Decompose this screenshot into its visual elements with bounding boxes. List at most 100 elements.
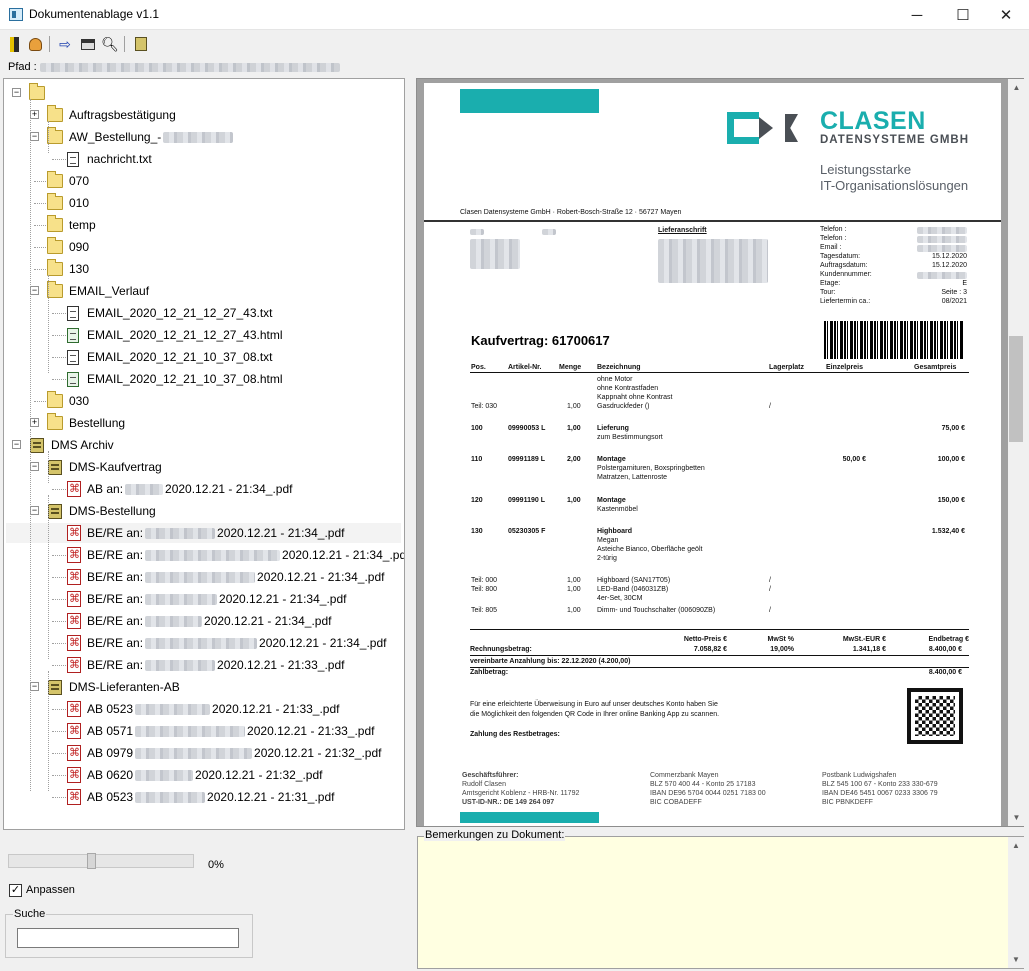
summary-header: Netto-Preis € — [683, 636, 727, 643]
import-icon[interactable]: ⇨ — [55, 34, 75, 54]
tree-connector — [34, 181, 48, 182]
expander-minus-icon[interactable]: − — [30, 462, 39, 471]
tree-item[interactable]: 130 — [47, 259, 89, 279]
viewer-scrollbar[interactable]: ▲ — [1008, 79, 1025, 826]
tree-item[interactable]: 010 — [47, 193, 89, 213]
tree-item[interactable]: AB 0620 2020.12.21 - 21:32_.pdf — [65, 765, 323, 785]
scroll-up-icon[interactable]: ▲ — [1008, 837, 1024, 854]
summary-header: MwSt.-EUR € — [842, 636, 886, 643]
qr-text-1: Für eine erleichterte Überweisung in Eur… — [470, 701, 718, 708]
tree-item[interactable]: 030 — [47, 391, 89, 411]
tree-item[interactable]: 070 — [47, 171, 89, 191]
pdf-icon — [67, 767, 81, 783]
archive-icon[interactable] — [131, 34, 151, 54]
search-input[interactable] — [17, 928, 239, 948]
tree-item[interactable]: BE/RE an: 2020.12.21 - 21:34_.pdf — [65, 545, 404, 565]
tree-item[interactable]: BE/RE an: 2020.12.21 - 21:34_.pdf — [65, 633, 386, 653]
tree-item[interactable]: 090 — [47, 237, 89, 257]
expander-minus-icon[interactable]: − — [30, 286, 39, 295]
tree-connector — [34, 269, 48, 270]
tree-item[interactable]: DMS Archiv — [29, 435, 114, 455]
fit-checkbox[interactable]: ✓ — [9, 884, 22, 897]
tree-connector — [52, 335, 66, 336]
expander-minus-icon[interactable]: − — [12, 88, 21, 97]
tree-item[interactable]: nachricht.txt — [65, 149, 152, 169]
splitter[interactable] — [406, 78, 415, 970]
tree-item[interactable]: AB 0571 2020.12.21 - 21:33_.pdf — [65, 721, 375, 741]
line-item-cell: ohne Kontrastfaden — [597, 385, 659, 392]
maximize-button[interactable]: ☐ — [940, 0, 986, 30]
tree-connector — [52, 797, 66, 798]
tree-item[interactable] — [29, 83, 51, 103]
tree-item[interactable]: Auftragsbestätigung — [47, 105, 176, 125]
tree-item[interactable]: EMAIL_Verlauf — [47, 281, 149, 301]
line-item-cell: Megan — [597, 537, 619, 544]
redacted-name — [135, 747, 253, 759]
tree-item[interactable]: AB 0523 2020.12.21 - 21:31_.pdf — [65, 787, 335, 807]
exit-icon[interactable] — [4, 34, 24, 54]
accent-bar-top — [460, 89, 599, 113]
folder-icon — [47, 193, 63, 210]
expander-plus-icon[interactable]: + — [30, 110, 39, 119]
tree-item[interactable]: BE/RE an: 2020.12.21 - 21:34_.pdf — [65, 611, 331, 631]
tree-item[interactable]: temp — [47, 215, 96, 235]
tree-guide-line — [48, 275, 49, 373]
redacted-name — [163, 131, 234, 143]
tree-item[interactable]: EMAIL_2020_12_21_10_37_08.txt — [65, 347, 273, 367]
tree-item[interactable]: AB an: 2020.12.21 - 21:34_.pdf — [65, 479, 292, 499]
tree-item[interactable]: DMS-Kaufvertrag — [47, 457, 162, 477]
meta-label: Liefertermin ca.: — [820, 298, 871, 305]
tree-item[interactable]: AW_Bestellung_- — [47, 127, 235, 147]
tree-item[interactable]: BE/RE an: 2020.12.21 - 21:34_.pdf — [65, 567, 384, 587]
pdf-icon — [67, 547, 81, 563]
redacted-name — [145, 637, 258, 649]
summary-value: 7.058,82 € — [693, 646, 727, 653]
line-item-cell: Kappnaht ohne Kontrast — [597, 394, 673, 401]
tree-item[interactable]: AB 0979 2020.12.21 - 21:32_.pdf — [65, 743, 382, 763]
line-item-cell: 09990053 L — [508, 425, 546, 432]
tree-item[interactable]: BE/RE an: 2020.12.21 - 21:34_.pdf — [65, 589, 346, 609]
tree-item[interactable]: BE/RE an: 2020.12.21 - 21:33_.pdf — [65, 655, 344, 675]
tree-item[interactable]: DMS-Lieferanten-AB — [47, 677, 180, 697]
tree-item[interactable]: EMAIL_2020_12_21_12_27_43.txt — [65, 303, 273, 323]
expander-minus-icon[interactable]: − — [30, 682, 39, 691]
tree-connector — [52, 555, 66, 556]
summary-header: MwSt % — [767, 636, 794, 643]
zoom-slider-track[interactable] — [8, 854, 194, 868]
tree-item[interactable]: EMAIL_2020_12_21_12_27_43.html — [65, 325, 283, 345]
print-icon[interactable] — [78, 34, 98, 54]
tree-item[interactable]: Bestellung — [47, 413, 125, 433]
table-column-header: Einzelpreis — [826, 364, 863, 371]
scroll-up-icon[interactable]: ▲ — [1008, 79, 1025, 96]
minimize-button[interactable]: ─ — [894, 0, 940, 30]
table-column-header: Artikel-Nr. — [508, 364, 542, 371]
tree-item[interactable]: DMS-Bestellung — [47, 501, 156, 521]
file-tree[interactable]: − + Auftragsbestätigung − AW_Bestellung_- nac… — [3, 78, 405, 830]
tree-connector — [34, 401, 48, 402]
remarks-scrollbar[interactable]: ▲ ▼ — [1008, 837, 1024, 968]
tree-item-label: BE/RE an: — [87, 636, 144, 650]
zoom-slider-thumb[interactable] — [87, 853, 96, 869]
expander-minus-icon[interactable]: − — [30, 506, 39, 515]
expander-minus-icon[interactable]: − — [12, 440, 21, 449]
tree-item-label: AB 0979 — [87, 746, 134, 760]
expander-plus-icon[interactable]: + — [30, 418, 39, 427]
search-icon[interactable]: 🔍︎ — [100, 34, 120, 54]
tree-item-label: 2020.12.21 - 21:34_.pdf — [219, 592, 347, 606]
scrollbar-thumb[interactable] — [1009, 336, 1023, 442]
document-viewer[interactable]: CLASEN DATENSYSTEME GMBH Leistungsstarke… — [416, 78, 1024, 827]
user-icon[interactable] — [25, 34, 45, 54]
archive-icon — [48, 503, 62, 519]
sum-rule — [470, 655, 969, 656]
tree-item[interactable]: BE/RE an: 2020.12.21 - 21:34_.pdf — [6, 523, 401, 543]
toolbar-separator — [124, 36, 125, 52]
pdf-icon — [67, 613, 81, 629]
expander-minus-icon[interactable]: − — [30, 132, 39, 141]
scroll-down-icon[interactable]: ▼ — [1008, 951, 1024, 968]
tree-item-label: 2020.12.21 - 21:34_.pdf — [217, 526, 345, 540]
close-button[interactable]: ✕ — [983, 0, 1029, 30]
tree-item[interactable]: AB 0523 2020.12.21 - 21:33_.pdf — [65, 699, 340, 719]
scroll-down-icon[interactable]: ▼ — [1008, 809, 1025, 826]
tree-item[interactable]: EMAIL_2020_12_21_10_37_08.html — [65, 369, 283, 389]
remarks-textarea[interactable]: ▲ ▼ — [417, 836, 1024, 969]
